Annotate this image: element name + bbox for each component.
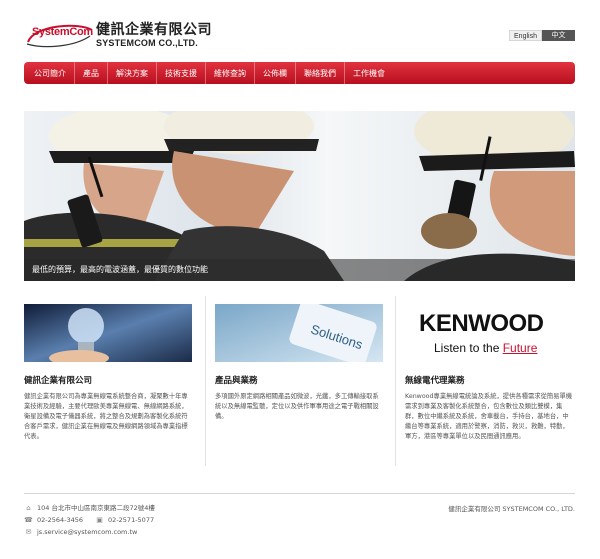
nav-item-repair[interactable]: 維修查詢 <box>206 62 255 84</box>
footer-email[interactable]: js.service@systemcom.com.tw <box>37 526 137 538</box>
nav-item-support[interactable]: 技術支援 <box>157 62 206 84</box>
company-logo[interactable]: SystemCom 健訊企業有限公司 SYSTEMCOM CO.,LTD. <box>24 18 214 52</box>
nav-item-products[interactable]: 產品 <box>75 62 108 84</box>
logo-company-name: SYSTEMCOM CO.,LTD. <box>96 38 198 48</box>
company-intro-text: 健訊企業有限公司為專業無線電系統整合商，凝聚數十年專業技術及經驗，主要代理歐美專… <box>24 393 188 440</box>
footer-address: 104 台北市中山區南京東路二段72號4樓 <box>37 504 155 512</box>
kenwood-logo[interactable]: KENWOOD Listen to the Future <box>405 304 573 362</box>
radio-agency-section: KENWOOD Listen to the Future 無線電代理業務 Ken… <box>405 304 573 442</box>
hero-caption-bar: 最低的預算，最高的電波涵蓋，最優質的數位功能 <box>24 259 575 281</box>
nav-item-careers[interactable]: 工作機會 <box>345 62 393 84</box>
phone-icon: ☎ <box>24 515 33 524</box>
footer-tel: 02-2564-3456 <box>37 516 84 524</box>
lang-chinese-button[interactable]: 中文 <box>542 30 575 41</box>
company-intro-section: 健訊企業有限公司 健訊企業有限公司為專業無線電系統整合商，凝聚數十年專業技術及經… <box>24 304 192 442</box>
solutions-keyboard-image[interactable]: Solutions <box>215 304 383 362</box>
products-section: Solutions 產品與業務 多項國外原定網路相關產品如微波，光纖，多工傳輸接… <box>215 304 383 422</box>
email-icon: ✉ <box>25 527 32 536</box>
footer-copyright: 健訊企業有限公司 SYSTEMCOM CO., LTD. <box>448 505 575 513</box>
radio-agency-title: 無線電代理業務 <box>405 376 465 386</box>
logo-english-text: SystemCom <box>32 26 93 38</box>
footer-contact: ⌂ 104 台北市中山區南京東路二段72號4樓 ☎ 02-2564-3456 ▣… <box>24 502 155 538</box>
footer-fax: 02-2571-5077 <box>108 516 155 524</box>
column-divider <box>395 296 396 466</box>
kenwood-tagline-text: Listen to the <box>434 341 503 355</box>
footer-divider <box>24 493 575 494</box>
kenwood-tagline: Listen to the Future <box>434 341 537 355</box>
lightbulb-globe-icon <box>24 304 192 362</box>
main-nav: 公司簡介 產品 解決方案 技術支援 維修查詢 公佈欄 聯絡我們 工作機會 <box>24 62 575 84</box>
nav-item-contact[interactable]: 聯絡我們 <box>296 62 345 84</box>
column-divider <box>205 296 206 466</box>
language-switcher: English 中文 <box>509 30 575 41</box>
nav-item-about[interactable]: 公司簡介 <box>26 62 75 84</box>
fax-icon: ▣ <box>96 515 103 524</box>
nav-item-news[interactable]: 公佈欄 <box>255 62 296 84</box>
company-intro-title: 健訊企業有限公司 <box>24 376 93 386</box>
products-title: 產品與業務 <box>215 376 258 386</box>
lightbulb-image[interactable] <box>24 304 192 362</box>
products-text: 多項國外原定網路相關產品如微波，光纖，多工傳輸接取系統以及無線電監聽，定位以及供… <box>215 393 379 420</box>
hero-caption-text: 最低的預算，最高的電波涵蓋，最優質的數位功能 <box>32 265 208 274</box>
hero-banner[interactable]: 最低的預算，最高的電波涵蓋，最優質的數位功能 <box>24 111 575 281</box>
kenwood-tagline-accent: Future <box>502 341 538 355</box>
lang-english-button[interactable]: English <box>509 30 542 41</box>
home-icon: ⌂ <box>26 503 31 512</box>
nav-item-solutions[interactable]: 解決方案 <box>108 62 157 84</box>
firefighters-radio-image <box>24 111 575 281</box>
logo-chinese-name: 健訊企業有限公司 <box>96 22 212 38</box>
keyboard-key-icon: Solutions <box>215 304 383 362</box>
kenwood-brand-text: KENWOOD <box>419 310 544 337</box>
radio-agency-text: Kenwood專業無線電統論及系統，提供各種需求從簡易單機需求到專業及客製化系統… <box>405 393 573 440</box>
